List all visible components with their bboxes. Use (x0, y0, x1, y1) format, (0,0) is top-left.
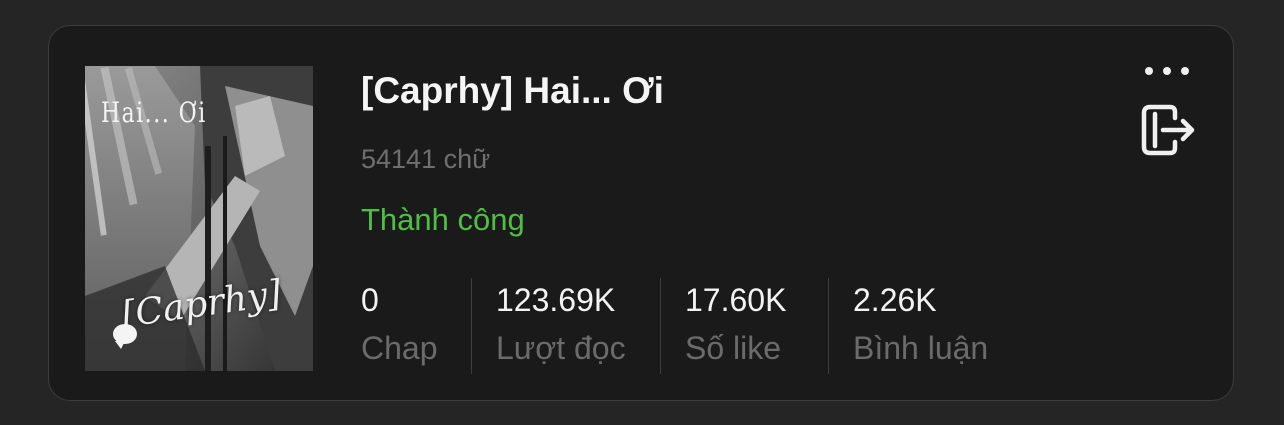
stat-divider (471, 278, 472, 374)
chat-bubble-icon (113, 324, 137, 349)
stat-value: 0 (361, 282, 379, 318)
stat-label: Số like (685, 330, 782, 366)
word-count: 54141 chữ (361, 144, 491, 174)
more-horizontal-icon[interactable] (1145, 66, 1189, 76)
stat-value: 17.60K (685, 282, 787, 318)
stat-divider (828, 278, 829, 374)
stat-label: Bình luận (853, 330, 989, 366)
stat-label: Chap (361, 330, 438, 366)
stat-divider (660, 278, 661, 374)
stat-reads: 123.69K Lượt đọc (496, 280, 626, 374)
stat-comments: 2.26K Bình luận (853, 280, 988, 374)
story-cover-image[interactable]: Hai... Ơi [Caprhy] (85, 66, 313, 371)
stat-value: 123.69K (496, 282, 616, 318)
cover-title-text: Hai... Ơi (101, 96, 207, 129)
story-title[interactable]: [Caprhy] Hai... Ơi (361, 70, 664, 112)
story-card[interactable]: Hai... Ơi [Caprhy] [Caprhy] Hai... Ơi 54… (48, 25, 1234, 401)
exit-book-icon[interactable] (1139, 102, 1197, 158)
stat-value: 2.26K (853, 282, 937, 318)
stat-chapters: 0 Chap (361, 280, 438, 374)
stat-label: Lượt đọc (496, 330, 626, 366)
stat-likes: 17.60K Số like (685, 280, 786, 374)
status-text: Thành công (361, 202, 525, 237)
